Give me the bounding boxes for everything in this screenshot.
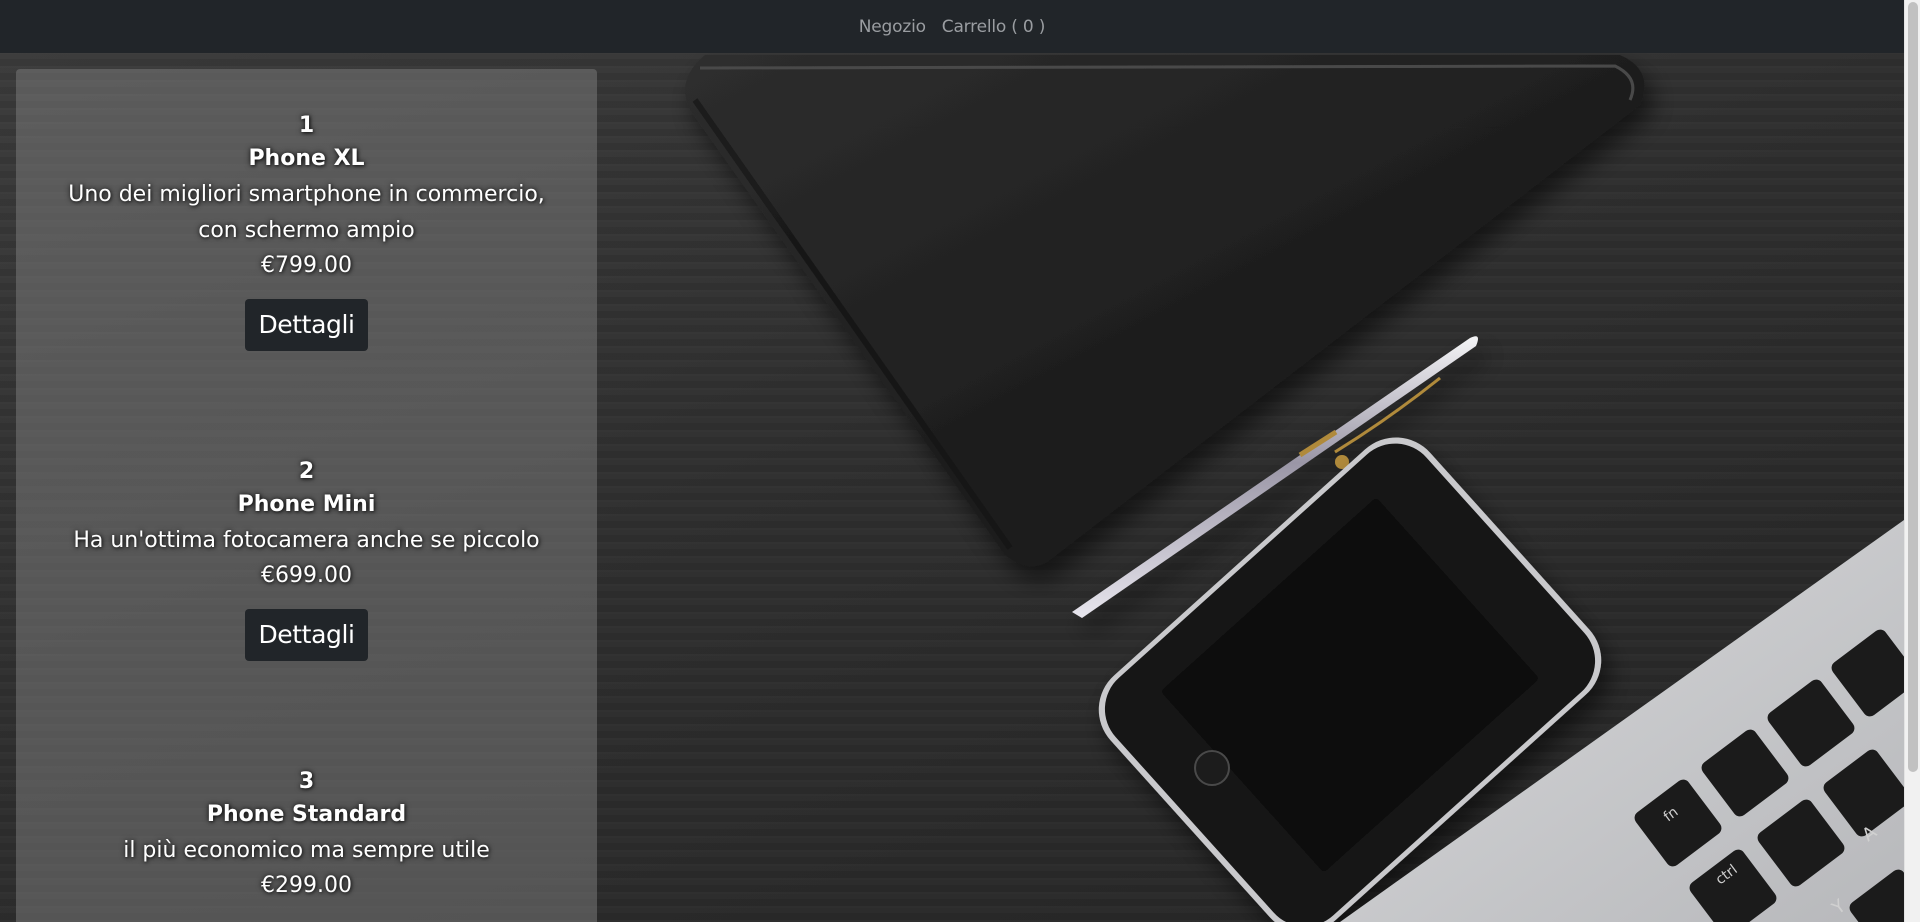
details-button[interactable]: Dettagli [245, 299, 368, 351]
product-price: €799.00 [261, 253, 352, 278]
details-button[interactable]: Dettagli [245, 609, 368, 661]
product-name: Phone Mini [237, 492, 376, 517]
notebook-graphic [685, 55, 1645, 567]
product-list-panel: 1 Phone XL Uno dei migliori smartphone i… [16, 69, 597, 922]
product-price: €699.00 [261, 563, 352, 588]
product-name: Phone Standard [206, 802, 407, 827]
product-card: 1 Phone XL Uno dei migliori smartphone i… [16, 111, 597, 351]
product-id: 2 [298, 459, 315, 484]
product-id: 3 [298, 769, 315, 794]
nav-cart-link[interactable]: Carrello ( 0 ) [942, 17, 1046, 37]
product-id: 1 [298, 113, 315, 138]
nav-shop-link[interactable]: Negozio [859, 17, 926, 37]
product-description: Ha un'ottima fotocamera anche se piccolo [73, 528, 540, 553]
product-name: Phone XL [248, 146, 365, 171]
page-scrollbar[interactable] [1904, 0, 1920, 922]
product-card: 3 Phone Standard il più economico ma sem… [16, 767, 597, 903]
product-description: il più economico ma sempre utile [123, 838, 490, 863]
product-card: 2 Phone Mini Ha un'ottima fotocamera anc… [16, 457, 597, 661]
top-navbar: Negozio Carrello ( 0 ) [0, 0, 1904, 53]
product-description: Uno dei migliori smartphone in commercio… [68, 182, 545, 243]
product-price: €299.00 [261, 873, 352, 898]
scrollbar-thumb[interactable] [1908, 2, 1918, 772]
